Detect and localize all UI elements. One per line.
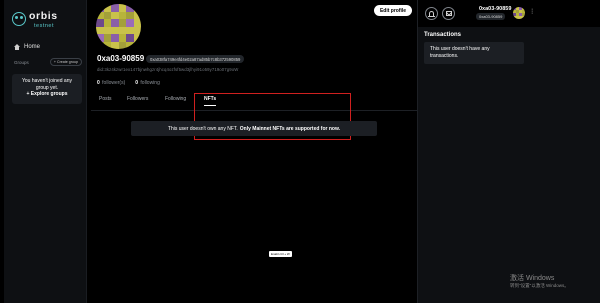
transactions-title: Transactions: [424, 32, 462, 38]
avatar-pixel: [133, 26, 141, 34]
avatar-pixel: [126, 4, 134, 12]
nft-notice-bold: Only Mainnet NFTs are supported for now.: [239, 125, 341, 132]
tab-following[interactable]: Following: [165, 96, 186, 102]
followers-stat[interactable]: 0 follower(s): [97, 80, 125, 86]
following-label: following: [140, 80, 160, 86]
avatar-pixel: [133, 41, 141, 49]
avatar-pixel: [96, 41, 104, 49]
header-username[interactable]: 0xa03-90859: [479, 6, 511, 12]
avatar-pixel: [111, 4, 119, 12]
avatar-pixel: [111, 19, 119, 27]
transactions-empty-card: This user doesn't have any transactions.: [424, 42, 524, 64]
tab-nfts[interactable]: NFTs: [204, 96, 217, 106]
header-address-pill[interactable]: 0xa03-90859: [476, 13, 506, 20]
nft-notice-text: This user doesn't own any NFT.: [167, 125, 238, 132]
avatar-pixel: [522, 16, 525, 19]
avatar-pixel: [126, 34, 134, 42]
avatar-pixel: [133, 34, 141, 42]
create-group-button[interactable]: + Create group: [49, 58, 82, 66]
profile-did: did:3kz4kzwr1ex147bjnwhgzr4jhcq4ozfsf5wd…: [97, 67, 239, 72]
home-icon: [14, 44, 20, 50]
edit-profile-button[interactable]: Edit profile: [374, 5, 412, 16]
avatar-pixel: [103, 11, 111, 19]
avatar-pixel: [118, 11, 126, 19]
avatar-pixel: [126, 19, 134, 27]
tab-followers[interactable]: Followers: [127, 96, 148, 102]
nft-empty-notice: This user doesn't own any NFT. Only Main…: [131, 121, 377, 136]
os-activation-watermark-subtitle: 转到"设置"以激活 Windows。: [510, 283, 569, 288]
sidebar-item-home[interactable]: Home: [14, 44, 40, 50]
avatar-pixel: [111, 34, 119, 42]
mail-icon: [445, 11, 452, 16]
avatar-pixel: [103, 34, 111, 42]
avatar-pixel: [103, 4, 111, 12]
avatar-pixel: [118, 4, 126, 12]
more-vertical-icon[interactable]: · · ·: [531, 6, 534, 17]
orbis-logo[interactable]: orbis testnet: [12, 10, 72, 32]
profile-address-pill[interactable]: 0xa038fa749e4fd4e02a87ad85b7c8b372590859: [146, 55, 245, 63]
avatar-pixel: [118, 19, 126, 27]
avatar-pixel: [103, 19, 111, 27]
transactions-empty-line2: transactions.: [430, 52, 459, 59]
messages-button[interactable]: [442, 7, 455, 20]
avatar-pixel: [103, 41, 111, 49]
avatar-pixel: [118, 26, 126, 34]
empty-groups-message-line1: You haven't joined any: [22, 78, 72, 84]
following-stat[interactable]: 0 following: [135, 80, 160, 86]
avatar-pixel: [118, 41, 126, 49]
avatar-pixel: [103, 26, 111, 34]
avatar-pixel: [126, 11, 134, 19]
bell-icon: [428, 11, 435, 17]
tooltip: Enabl ctrl + W: [269, 251, 292, 257]
header-avatar[interactable]: [513, 7, 525, 19]
brand-name: orbis: [29, 10, 58, 22]
empty-groups-card: You haven't joined any group yet. + Expl…: [12, 74, 82, 104]
avatar-pixel: [126, 26, 134, 34]
brand-network: testnet: [34, 23, 55, 29]
avatar-pixel: [96, 11, 104, 19]
avatar-pixel: [111, 11, 119, 19]
avatar-pixel: [96, 19, 104, 27]
groups-header: Groups + Create group: [14, 58, 82, 66]
avatar-pixel: [96, 26, 104, 34]
followers-label: follower(s): [102, 80, 126, 86]
transactions-panel: Transactions This user doesn't have any …: [418, 27, 600, 303]
avatar-pixel: [133, 4, 141, 12]
following-count: 0: [135, 80, 139, 86]
follow-stats: 0 follower(s) 0 following: [97, 80, 160, 86]
profile-username: 0xa03-90859: [97, 54, 145, 63]
avatar-pixel: [118, 34, 126, 42]
left-sidebar: orbis testnet Home Groups + Create group…: [4, 0, 87, 303]
avatar-pixel: [126, 41, 134, 49]
followers-count: 0: [97, 80, 100, 86]
avatar-pixel: [133, 11, 141, 19]
orbis-logo-icon: [12, 12, 26, 26]
avatar-pixel: [96, 4, 104, 12]
avatar-pixel: [111, 26, 119, 34]
explore-groups-link[interactable]: + Explore groups: [12, 91, 82, 97]
tab-posts[interactable]: Posts: [99, 96, 112, 102]
os-activation-watermark-title: 激活 Windows: [510, 275, 555, 282]
avatar-pixel: [133, 19, 141, 27]
sidebar-item-label: Home: [24, 44, 41, 50]
avatar-pixel: [111, 41, 119, 49]
avatar-pixel: [96, 34, 104, 42]
groups-label: Groups: [14, 59, 29, 65]
profile-avatar: [96, 4, 141, 49]
tabs-divider: [91, 110, 417, 111]
notifications-button[interactable]: [425, 7, 438, 20]
